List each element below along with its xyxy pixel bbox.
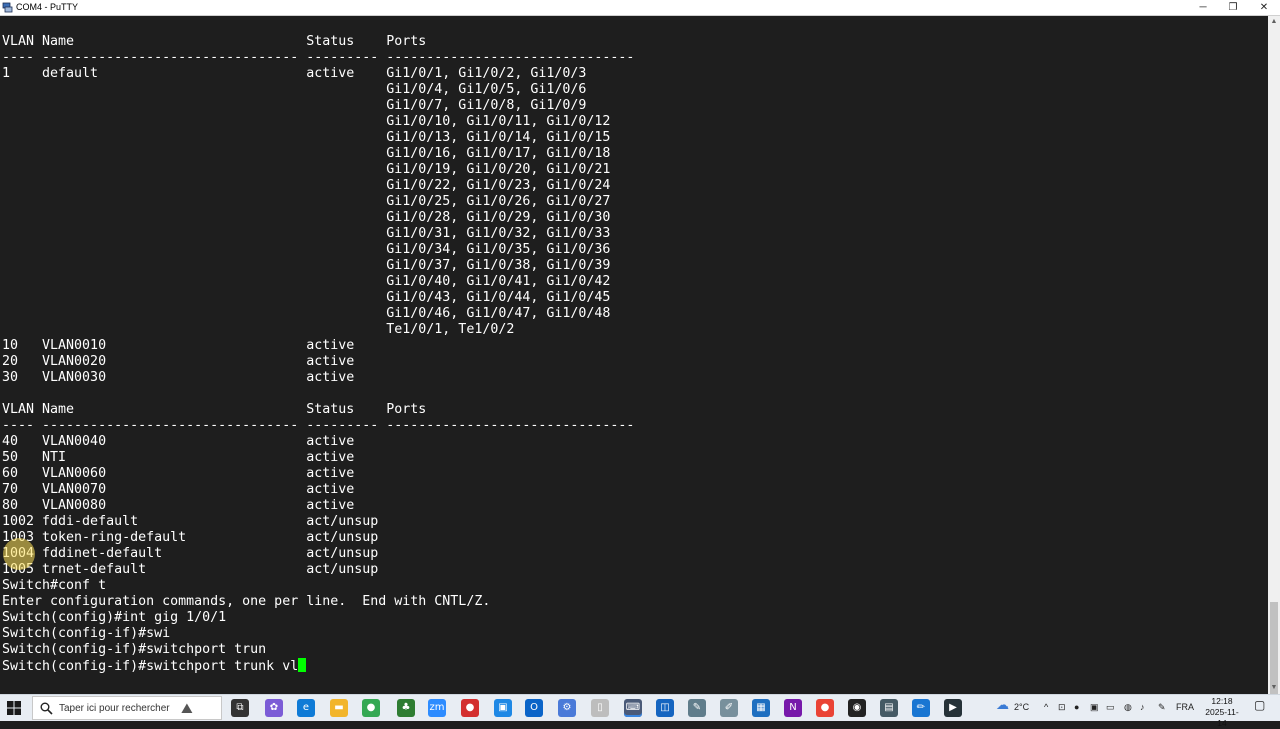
terminal-app-icon[interactable]: ▤ [880, 699, 898, 717]
tray-app-icon[interactable]: ▣ [1090, 701, 1099, 714]
terminal-line: Gi1/0/7, Gi1/0/8, Gi1/0/9 [2, 98, 587, 113]
terminal-line: 50 NTI active [2, 450, 355, 465]
language-indicator[interactable]: FRA [1176, 701, 1194, 714]
terminal-line: Gi1/0/16, Gi1/0/17, Gi1/0/18 [2, 146, 611, 161]
terminal-line: Gi1/0/4, Gi1/0/5, Gi1/0/6 [2, 82, 587, 97]
terminal-line: Gi1/0/40, Gi1/0/41, Gi1/0/42 [2, 274, 611, 289]
terminal-line: Te1/0/1, Te1/0/2 [2, 322, 515, 337]
terminal-line: Switch#conf t [2, 578, 107, 593]
putty-icon[interactable]: ⌨ [624, 699, 642, 717]
terminal-line: 1 default active Gi1/0/1, Gi1/0/2, Gi1/0… [2, 66, 587, 81]
terminal-line: Gi1/0/19, Gi1/0/20, Gi1/0/21 [2, 162, 611, 177]
terminal-line: Gi1/0/10, Gi1/0/11, Gi1/0/12 [2, 114, 611, 129]
terminal-line: Gi1/0/22, Gi1/0/23, Gi1/0/24 [2, 178, 611, 193]
terminal-line: 80 VLAN0080 active [2, 498, 355, 513]
clock-time: 12:18 [1211, 696, 1233, 706]
terminal-line: 40 VLAN0040 active [2, 434, 355, 449]
chrome-icon[interactable]: ● [362, 699, 380, 717]
zoom-icon[interactable]: zm [428, 699, 446, 717]
terminal-line: 10 VLAN0010 active [2, 338, 355, 353]
windows-start-icon[interactable] [6, 700, 22, 716]
outlook-icon[interactable]: O [525, 699, 543, 717]
terminal-line: Gi1/0/46, Gi1/0/47, Gi1/0/48 [2, 306, 611, 321]
battery-icon[interactable]: ▭ [1106, 701, 1115, 714]
terminal-output: VLAN Name Status Ports ---- -------------… [2, 34, 634, 674]
github-icon[interactable]: ◉ [848, 699, 866, 717]
terminal-line: Gi1/0/37, Gi1/0/38, Gi1/0/39 [2, 258, 611, 273]
text-cursor [298, 658, 307, 672]
clock-date: 2025-11-14 [1205, 707, 1239, 728]
terminal-area[interactable]: VLAN Name Status Ports ---- -------------… [0, 16, 1268, 694]
terminal-line: ---- -------------------------------- --… [2, 418, 635, 433]
chrome-alt-icon[interactable]: ● [816, 699, 834, 717]
app-blue-icon[interactable]: ◫ [656, 699, 674, 717]
terminal-line: VLAN Name Status Ports [2, 402, 427, 417]
copilot-icon[interactable]: ✿ [265, 699, 283, 717]
terminal-line: Switch(config)#int gig 1/0/1 [2, 610, 227, 625]
task-view-icon[interactable]: ⧉ [231, 699, 249, 717]
record-icon[interactable]: ● [461, 699, 479, 717]
scroll-down-icon[interactable]: ▼ [1268, 682, 1280, 694]
terminal-line: 1004 fddinet-default act/unsup [2, 546, 379, 561]
scroll-up-icon[interactable]: ▲ [1268, 16, 1280, 28]
device-icon[interactable]: ⊡ [1058, 701, 1066, 714]
tool-icon[interactable]: ✐ [720, 699, 738, 717]
terminal-line: 1003 token-ring-default act/unsup [2, 530, 379, 545]
minimize-button[interactable]: ─ [1188, 0, 1218, 15]
terminal-line: Gi1/0/31, Gi1/0/32, Gi1/0/33 [2, 226, 611, 241]
terminal-line: 1002 fddi-default act/unsup [2, 514, 379, 529]
terminal-line: Switch(config-if)#switchport trun [2, 642, 267, 657]
taskbar-search-box[interactable]: Taper ici pour rechercher ⛰ [32, 696, 222, 720]
clock[interactable]: 12:18 2025-11-14 [1202, 696, 1242, 729]
settings-icon[interactable]: ⚙ [558, 699, 576, 717]
terminal-line: 30 VLAN0030 active [2, 370, 355, 385]
network-app-icon[interactable]: ▦ [752, 699, 770, 717]
terminal-line: Gi1/0/43, Gi1/0/44, Gi1/0/45 [2, 290, 611, 305]
file-explorer-icon[interactable]: ▬ [330, 699, 348, 717]
search-placeholder: Taper ici pour rechercher [59, 703, 170, 714]
search-highlight-icon: ⛰ [181, 700, 193, 716]
terminal-line: ---- -------------------------------- --… [2, 50, 635, 65]
network-icon[interactable]: ◍ [1124, 701, 1132, 714]
paint-icon[interactable]: ✏ [912, 699, 930, 717]
show-hidden-icons-icon[interactable]: ^ [1044, 701, 1048, 714]
terminal-line: Gi1/0/25, Gi1/0/26, Gi1/0/27 [2, 194, 611, 209]
document-icon[interactable]: ✎ [688, 699, 706, 717]
remote-icon[interactable]: ▣ [494, 699, 512, 717]
system-tray: ☁ 2°C ^ ⊡ ● ▣ ▭ ◍ ♪ ✎ FRA 12:18 2025-11-… [990, 695, 1280, 728]
terminal-line: Gi1/0/13, Gi1/0/14, Gi1/0/15 [2, 130, 611, 145]
notepad-icon[interactable]: ▯ [591, 699, 609, 717]
terminal-line: Switch(config-if)#switchport trunk vl [2, 658, 634, 674]
terminal-line: Enter configuration commands, one per li… [2, 594, 491, 609]
maximize-button[interactable]: ❐ [1218, 0, 1248, 15]
edge-icon[interactable]: e [297, 699, 315, 717]
terminal-line: Switch(config-if)#swi [2, 626, 171, 641]
terminal-line: Gi1/0/28, Gi1/0/29, Gi1/0/30 [2, 210, 611, 225]
media-icon[interactable]: ▶ [944, 699, 962, 717]
putty-icon [2, 2, 13, 13]
terminal-line: Gi1/0/34, Gi1/0/35, Gi1/0/36 [2, 242, 611, 257]
pen-icon[interactable]: ✎ [1158, 701, 1166, 714]
volume-icon[interactable]: ♪ [1140, 701, 1145, 714]
window-title: COM4 - PuTTY [16, 2, 79, 12]
microphone-icon[interactable]: ● [1074, 701, 1079, 714]
mouse-pointer-highlight [3, 538, 35, 570]
close-button[interactable]: ✕ [1249, 0, 1279, 15]
terminal-line: 20 VLAN0020 active [2, 354, 355, 369]
weather-temperature[interactable]: 2°C [1014, 701, 1029, 714]
title-bar: COM4 - PuTTY ─ ❐ ✕ [0, 0, 1280, 16]
search-icon [40, 702, 53, 715]
terminal-line: 70 VLAN0070 active [2, 482, 355, 497]
terminal-line: 60 VLAN0060 active [2, 466, 355, 481]
onenote-icon[interactable]: N [784, 699, 802, 717]
gns-icon[interactable]: ♣ [397, 699, 415, 717]
terminal-line: VLAN Name Status Ports [2, 34, 427, 49]
terminal-line: 1005 trnet-default act/unsup [2, 562, 379, 577]
notifications-icon[interactable]: ▢ [1254, 699, 1265, 712]
taskbar: Taper ici pour rechercher ⛰ ⧉ ✿ e ▬ ● ♣ zm ● ▣ O ⚙… [0, 694, 1280, 728]
weather-icon[interactable]: ☁ [996, 698, 1009, 711]
vertical-scrollbar[interactable]: ▲ ▼ [1268, 16, 1280, 696]
